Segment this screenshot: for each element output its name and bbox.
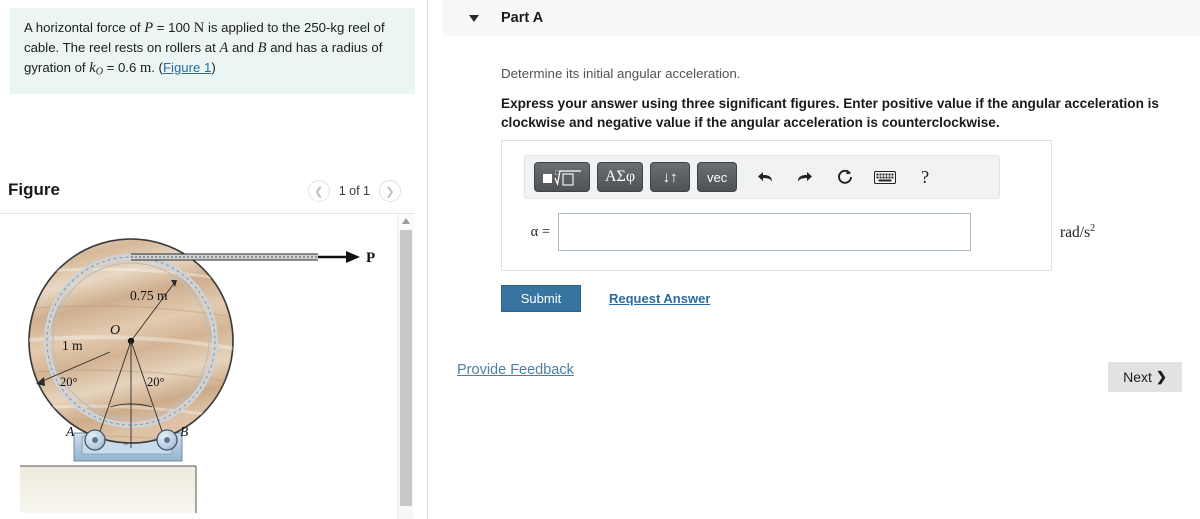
angle-label-left: 20° bbox=[60, 375, 78, 389]
variable-B: B bbox=[257, 40, 267, 56]
unit-exponent: 2 bbox=[1090, 223, 1096, 234]
variable-A: A bbox=[219, 40, 229, 56]
math-toolbar: □ ΑΣφ ↓↑ vec ? bbox=[524, 155, 1000, 199]
reel-diagram-svg: P 0.75 m O 1 m 20° 20° A B bbox=[20, 238, 375, 513]
figure-1-link[interactable]: Figure 1 bbox=[163, 60, 211, 75]
next-label: Next bbox=[1123, 369, 1152, 385]
answer-instruction: Express your answer using three signific… bbox=[501, 96, 1159, 130]
radius-1m-label: 1 m bbox=[62, 338, 83, 353]
submit-row: Submit Request Answer bbox=[501, 285, 710, 312]
vector-label: vec bbox=[706, 169, 728, 185]
problem-text-part1: A horizontal force of bbox=[24, 20, 145, 35]
answer-entry-box: □ ΑΣφ ↓↑ vec ? α = rad/s2 bbox=[501, 140, 1095, 271]
problem-statement-box: A horizontal force of P = 100 N is appli… bbox=[10, 8, 415, 94]
figure-scrollbar[interactable] bbox=[397, 214, 414, 519]
scroll-up-arrow-icon[interactable] bbox=[398, 214, 414, 228]
figure-header: Figure ❮ 1 of 1 ❯ bbox=[0, 172, 415, 214]
center-label-O: O bbox=[110, 323, 120, 338]
help-label: ? bbox=[921, 166, 930, 187]
right-pane: Part A Determine its initial angular acc… bbox=[429, 0, 1200, 519]
problem-page: A horizontal force of P = 100 N is appli… bbox=[0, 0, 1200, 519]
problem-eq1: = 100 bbox=[153, 20, 194, 35]
unit-meter: m bbox=[139, 60, 152, 76]
answer-variable-label: α = bbox=[530, 223, 550, 240]
figure-navigation: ❮ 1 of 1 ❯ bbox=[307, 180, 401, 202]
reset-icon[interactable] bbox=[833, 164, 857, 190]
roller-b-label: B bbox=[180, 424, 188, 439]
subscript-O: O bbox=[95, 66, 103, 78]
angle-label-right: 20° bbox=[147, 375, 165, 389]
ground-shape bbox=[20, 466, 196, 513]
greek-symbols-label: ΑΣφ bbox=[605, 168, 636, 185]
submit-button[interactable]: Submit bbox=[501, 285, 581, 312]
problem-text-part4: . ( bbox=[151, 60, 163, 75]
help-icon[interactable]: ? bbox=[913, 164, 937, 190]
roller-b-hub bbox=[164, 437, 170, 443]
vector-button[interactable]: vec bbox=[697, 162, 738, 192]
caret-down-icon[interactable] bbox=[469, 14, 479, 22]
left-pane: A horizontal force of P = 100 N is appli… bbox=[0, 0, 428, 519]
provide-feedback-link[interactable]: Provide Feedback bbox=[457, 362, 574, 378]
chevron-right-icon: ❯ bbox=[1155, 369, 1167, 384]
answer-unit-label: rad/s2 bbox=[1060, 223, 1095, 242]
keyboard-icon[interactable] bbox=[873, 164, 897, 190]
scrollbar-thumb[interactable] bbox=[400, 230, 412, 506]
unit-newton: N bbox=[193, 20, 205, 36]
question-prompt: Determine its initial angular accelerati… bbox=[501, 66, 741, 81]
template-math-button[interactable]: □ bbox=[534, 162, 590, 192]
undo-icon[interactable] bbox=[753, 164, 777, 190]
problem-eq2: = 0.6 bbox=[102, 60, 140, 75]
problem-text-part5: ) bbox=[211, 60, 216, 75]
part-header: Part A bbox=[442, 0, 1200, 36]
greek-symbols-button[interactable]: ΑΣφ bbox=[597, 162, 644, 192]
figure-title: Figure bbox=[8, 180, 60, 199]
chevron-right-icon: ❯ bbox=[385, 185, 395, 198]
figure-prev-button[interactable]: ❮ bbox=[307, 180, 330, 202]
unit-main: rad/s bbox=[1060, 224, 1091, 242]
figure-counter: 1 of 1 bbox=[338, 184, 370, 198]
radius-075-label: 0.75 m bbox=[130, 288, 168, 303]
redo-icon[interactable] bbox=[793, 164, 817, 190]
force-label-P: P bbox=[366, 250, 375, 266]
figure-body: P 0.75 m O 1 m 20° 20° A B bbox=[0, 214, 415, 519]
roller-a-label: A bbox=[65, 424, 75, 439]
reel-diagram: P 0.75 m O 1 m 20° 20° A B bbox=[0, 214, 400, 519]
variable-P: P bbox=[144, 20, 154, 36]
arrows-label: ↓↑ bbox=[662, 168, 678, 186]
problem-and1: and bbox=[228, 40, 258, 55]
next-button[interactable]: Next ❯ bbox=[1108, 362, 1182, 392]
part-title: Part A bbox=[501, 10, 544, 26]
arrows-button[interactable]: ↓↑ bbox=[650, 162, 691, 192]
chevron-left-icon: ❮ bbox=[314, 185, 324, 198]
problem-statement-text: A horizontal force of P = 100 N is appli… bbox=[24, 18, 401, 82]
template-math-icon: □ bbox=[543, 169, 581, 186]
request-answer-link[interactable]: Request Answer bbox=[609, 291, 710, 306]
figure-next-button[interactable]: ❯ bbox=[379, 180, 401, 202]
force-arrow-head bbox=[346, 251, 360, 263]
answer-input[interactable] bbox=[558, 213, 971, 251]
answer-row: α = bbox=[518, 213, 971, 251]
roller-a-hub bbox=[92, 437, 98, 443]
